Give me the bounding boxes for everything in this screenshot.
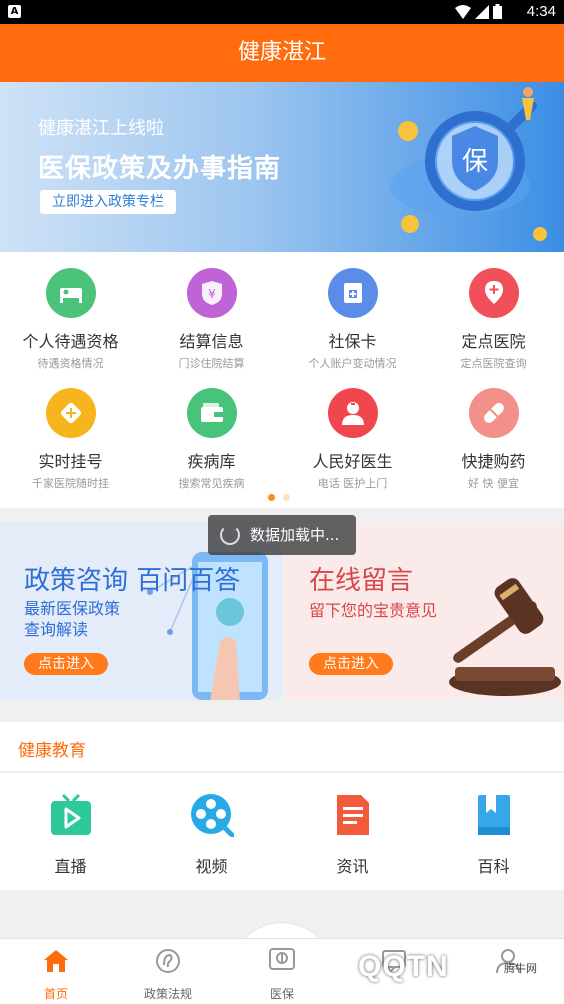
banner-shield-char: 保 — [462, 147, 488, 177]
service-label: 疾病库 — [187, 452, 236, 471]
education-label: 资讯 — [336, 857, 369, 876]
location-pin-icon — [468, 268, 519, 318]
service-label: 定点医院 — [461, 332, 526, 351]
gavel-illustration — [449, 578, 561, 696]
document-icon — [331, 793, 375, 837]
education-label: 百科 — [477, 857, 510, 876]
service-desc: 好 快 便宜 — [468, 477, 519, 490]
service-quick-medicine[interactable]: 快捷购药 好 快 便宜 — [423, 388, 564, 491]
service-settlement-info[interactable]: ¥ 结算信息 门诊住院结算 — [141, 268, 282, 371]
card-icon — [327, 268, 378, 318]
promo-left-title: 政策咨询 百问百答 — [24, 566, 241, 596]
service-disease-library[interactable]: 疾病库 搜索常见疾病 — [141, 388, 282, 491]
wallet-icon — [186, 388, 237, 438]
register-icon — [45, 388, 96, 438]
watermark-corner-text: 腾牛网 — [504, 962, 537, 975]
service-label: 实时挂号 — [38, 452, 103, 471]
banner-subtitle: 健康湛江上线啦 — [38, 118, 164, 139]
service-desc: 定点医院查询 — [460, 357, 527, 370]
education-video[interactable]: 视频 — [141, 793, 282, 877]
service-desc: 千家医院随时挂 — [32, 477, 109, 490]
wifi-icon — [455, 4, 471, 19]
system-icons — [455, 4, 502, 19]
service-label: 社保卡 — [328, 332, 377, 351]
education-heading: 健康教育 — [18, 741, 86, 761]
service-desc: 门诊住院结算 — [178, 357, 245, 370]
service-desc: 搜索常见疾病 — [178, 477, 245, 490]
clock-time: 4:34 — [526, 3, 556, 20]
page-dot-active — [268, 494, 275, 501]
promo-right-enter-button[interactable]: 点击进入 — [309, 653, 393, 675]
service-social-card[interactable]: 社保卡 个人账户变动情况 — [282, 268, 423, 371]
enter-policy-button[interactable]: 立即进入政策专栏 — [40, 190, 176, 214]
service-good-doctor[interactable]: 人民好医生 电话 医护上门 — [282, 388, 423, 491]
loading-toast: 数据加载中... — [208, 515, 356, 555]
policy-banner[interactable]: 健康湛江上线啦 医保政策及办事指南 立即进入政策专栏 保 — [0, 82, 564, 252]
pill-icon — [468, 388, 519, 438]
tab-medical-insurance[interactable]: 医保 — [226, 939, 338, 1004]
education-label: 直播 — [54, 857, 87, 876]
magnifier-shield-illustration: 保 — [390, 87, 547, 241]
battery-icon — [493, 4, 502, 19]
phone-hand-illustration — [147, 552, 268, 700]
service-desc: 个人账户变动情况 — [308, 357, 397, 370]
app-header-title: 健康湛江 — [0, 24, 564, 82]
promo-right-title: 在线留言 — [309, 566, 414, 596]
policy-icon — [154, 947, 182, 975]
home-icon — [42, 947, 70, 975]
promo-right-desc: 留下您的宝贵意见 — [309, 601, 438, 620]
medical-insurance-icon — [268, 947, 296, 975]
education-header: 健康教育 — [0, 722, 564, 772]
film-reel-icon — [190, 793, 236, 839]
services-grid: 个人待遇资格 待遇资格情况 ¥ 结算信息 门诊住院结算 社保卡 个人账户变动情况… — [0, 252, 564, 508]
education-encyclopedia[interactable]: 百科 — [423, 793, 564, 877]
yuan-shield-icon: ¥ — [186, 268, 237, 318]
banner-title: 医保政策及办事指南 — [38, 154, 282, 184]
service-personal-qualification[interactable]: 个人待遇资格 待遇资格情况 — [0, 268, 141, 371]
loading-spinner-icon — [220, 525, 240, 545]
promo-left-desc-line2: 查询解读 — [24, 620, 89, 639]
watermark-logo: QQTN — [358, 950, 449, 983]
tab-home[interactable]: 首页 — [0, 939, 112, 1004]
status-bar: A 4:34 — [0, 0, 564, 24]
service-label: 快捷购药 — [461, 452, 526, 471]
education-grid: 直播 视频 资讯 百科 — [0, 773, 564, 890]
signal-icon — [475, 4, 489, 19]
promo-left-desc: 最新医保政策 查询解读 — [24, 598, 120, 640]
tab-label: 医保 — [269, 987, 294, 1001]
tab-policy[interactable]: 政策法规 — [112, 939, 224, 1004]
tab-label: 首页 — [43, 987, 68, 1001]
education-label: 视频 — [195, 857, 228, 876]
service-label: 结算信息 — [179, 332, 244, 351]
doctor-icon — [327, 388, 378, 438]
tv-play-icon — [49, 793, 93, 837]
promo-left-desc-line1: 最新医保政策 — [24, 599, 121, 618]
service-designated-hospital[interactable]: 定点医院 定点医院查询 — [423, 268, 564, 371]
service-desc: 电话 医护上门 — [317, 477, 388, 490]
service-label: 人民好医生 — [312, 452, 393, 471]
bottom-tab-bar: 首页 政策法规 医保 — [0, 938, 564, 1004]
notification-a-icon: A — [8, 5, 21, 18]
service-label: 个人待遇资格 — [22, 332, 119, 351]
education-live[interactable]: 直播 — [0, 793, 141, 877]
loading-text: 数据加载中... — [250, 526, 340, 544]
svg-text:¥: ¥ — [208, 287, 216, 301]
bookmark-book-icon — [472, 793, 516, 837]
page-indicator — [268, 494, 290, 501]
promo-left-enter-button[interactable]: 点击进入 — [24, 653, 108, 675]
page-dot — [283, 494, 290, 501]
service-realtime-register[interactable]: 实时挂号 千家医院随时挂 — [0, 388, 141, 491]
tab-label: 政策法规 — [143, 987, 192, 1001]
education-news[interactable]: 资讯 — [282, 793, 423, 877]
bed-icon — [45, 268, 96, 318]
service-desc: 待遇资格情况 — [37, 357, 104, 370]
